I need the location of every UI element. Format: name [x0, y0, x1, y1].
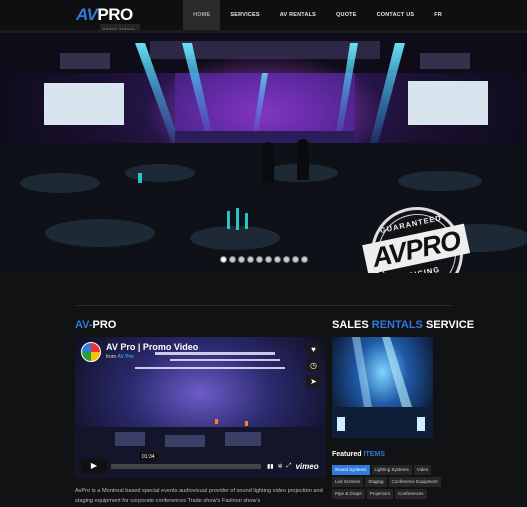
video-progress-bar[interactable]: 01:34: [111, 452, 261, 469]
tag-led-screens[interactable]: Led Screens: [332, 477, 364, 487]
featured-tags: Sound Systems Lighting Systems Video Led…: [332, 465, 458, 499]
nav-quote[interactable]: QUOTE: [326, 0, 367, 30]
video-channel-link[interactable]: AV Pro: [117, 354, 133, 360]
slider-dot[interactable]: [283, 256, 290, 263]
slider-dot[interactable]: [256, 256, 263, 263]
hero-slider[interactable]: GUARANTEED AVPRO PRICING: [0, 33, 527, 273]
slider-pagination: [220, 256, 308, 263]
tag-sound-systems[interactable]: Sound Systems: [332, 465, 370, 475]
slider-dot[interactable]: [247, 256, 254, 263]
video-control-icons: ▮▮ ✲ ⤢ vimeo: [267, 462, 319, 471]
slider-dot[interactable]: [265, 256, 272, 263]
tag-projectors[interactable]: Projectors: [366, 489, 394, 499]
nav-av-rentals[interactable]: AV RENTALS: [270, 0, 326, 30]
tag-staging[interactable]: Staging: [365, 477, 387, 487]
section-divider: [75, 305, 453, 306]
video-time: 01:34: [139, 452, 158, 461]
video-controls: ▶ 01:34 ▮▮ ✲ ⤢ vimeo: [81, 452, 321, 474]
tag-conferences[interactable]: Conferences: [395, 489, 427, 499]
promo-video-player[interactable]: AV Pro | Promo Video from AV Pro ♥ ◷ ➤ ▶…: [75, 337, 326, 478]
slider-dot[interactable]: [238, 256, 245, 263]
featured-items-heading: Featured ITEMS: [332, 451, 385, 458]
video-title[interactable]: AV Pro | Promo Video: [106, 342, 198, 352]
slider-dot[interactable]: [229, 256, 236, 263]
avpro-logo[interactable]: AV PRO AUDIO VISUAL: [76, 5, 140, 34]
nav-services[interactable]: SERVICES: [220, 0, 269, 30]
play-icon[interactable]: ▶: [81, 459, 107, 473]
top-navbar: AV PRO AUDIO VISUAL HOME SERVICES AV REN…: [0, 0, 527, 34]
fullscreen-icon[interactable]: ⤢: [287, 463, 292, 470]
slider-dot[interactable]: [274, 256, 281, 263]
settings-icon[interactable]: ✲: [278, 463, 283, 470]
like-icon[interactable]: ♥: [306, 343, 321, 356]
volume-icon[interactable]: ▮▮: [267, 463, 274, 470]
slider-dot[interactable]: [220, 256, 227, 263]
company-description: AvPro is a Montreal based special events…: [75, 488, 323, 504]
nav-language-fr[interactable]: FR: [424, 0, 452, 30]
slider-dot[interactable]: [301, 256, 308, 263]
section-heading-avpro: AV-PRO: [75, 319, 117, 331]
logo-pro: PRO: [97, 5, 133, 24]
tag-lighting-systems[interactable]: Lighting Systems: [371, 465, 412, 475]
nav-links: HOME SERVICES AV RENTALS QUOTE CONTACT U…: [183, 0, 452, 30]
section-heading-sales-rentals-service: SALES RENTALS SERVICE: [332, 319, 475, 331]
nav-contact-us[interactable]: CONTACT US: [367, 0, 425, 30]
tag-conference-equipment[interactable]: Conference Equipment: [388, 477, 441, 487]
nav-home[interactable]: HOME: [183, 0, 221, 30]
channel-avatar[interactable]: [81, 342, 101, 362]
tag-video[interactable]: Video: [413, 465, 432, 475]
video-from: from AV Pro: [106, 354, 134, 360]
watch-later-icon[interactable]: ◷: [306, 359, 321, 372]
logo-av: AV: [76, 5, 98, 24]
slider-dot[interactable]: [292, 256, 299, 263]
sales-rentals-image[interactable]: [332, 337, 433, 438]
share-icon[interactable]: ➤: [306, 375, 321, 388]
tag-pipe-drape[interactable]: Pipe & Drape: [332, 489, 365, 499]
vimeo-logo[interactable]: vimeo: [295, 462, 318, 471]
venue-photo: [332, 337, 433, 438]
